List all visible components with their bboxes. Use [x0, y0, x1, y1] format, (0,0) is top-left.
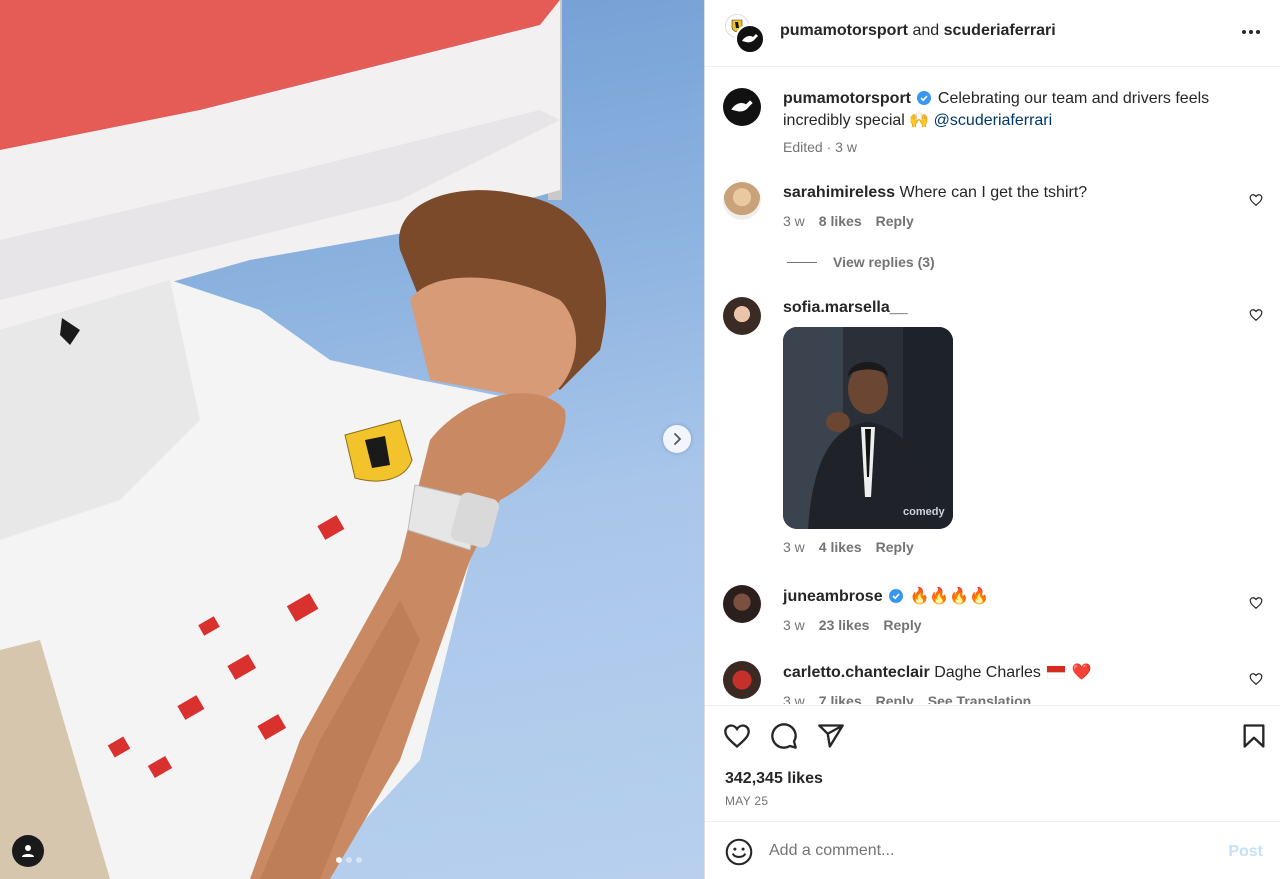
- comment-likes[interactable]: 23 likes: [819, 615, 870, 636]
- juneambrose-avatar[interactable]: [723, 585, 761, 623]
- like-heart-icon[interactable]: [723, 722, 751, 750]
- verified-badge-icon: [889, 589, 904, 603]
- like-comment-heart-icon[interactable]: [1249, 672, 1263, 686]
- comment-username[interactable]: juneambrose: [783, 588, 883, 605]
- comment-age: 3 w: [783, 693, 805, 704]
- comment-gif[interactable]: comedy: [783, 327, 953, 529]
- chevron-right-icon: [674, 433, 682, 445]
- collab-avatars[interactable]: [725, 14, 765, 54]
- next-media-button[interactable]: [663, 425, 691, 453]
- post-side-panel: pumamotorsport and scuderiaferrari pumam…: [704, 0, 1280, 879]
- comment-reply-button[interactable]: Reply: [876, 691, 914, 704]
- view-replies-line: [787, 261, 817, 263]
- more-dot: [1256, 30, 1260, 34]
- carousel-dot: [346, 857, 352, 863]
- carousel-indicator: [336, 857, 362, 863]
- comment-likes[interactable]: 8 likes: [819, 211, 862, 232]
- caption-mention[interactable]: @scuderiaferrari: [934, 112, 1053, 129]
- post-date: MAY 25: [725, 794, 769, 808]
- verified-badge-icon: [917, 91, 932, 105]
- see-translation-button[interactable]: See Translation: [928, 691, 1031, 704]
- share-send-icon[interactable]: [817, 722, 845, 750]
- comment-text: Daghe Charles: [934, 664, 1041, 681]
- like-comment-heart-icon[interactable]: [1249, 596, 1263, 610]
- sofia-marsella-avatar[interactable]: [723, 297, 761, 335]
- add-comment-input[interactable]: [769, 836, 1209, 866]
- header-username-2[interactable]: scuderiaferrari: [944, 22, 1056, 39]
- gif-watermark: comedy: [903, 506, 945, 518]
- carletto-chanteclair-avatar[interactable]: [723, 661, 761, 699]
- user-icon: [22, 845, 34, 857]
- comment-age: 3 w: [783, 539, 805, 555]
- comment-likes[interactable]: 7 likes: [819, 691, 862, 704]
- post-header-title: pumamotorsport and scuderiaferrari: [780, 22, 1056, 40]
- view-replies-label: View replies (3): [833, 254, 935, 270]
- comment-reply-button[interactable]: Reply: [883, 615, 921, 636]
- add-comment-bar: Post: [705, 821, 1280, 879]
- carousel-dot-active: [336, 857, 342, 863]
- puma-logo-icon: [731, 100, 753, 112]
- comment-reply-button[interactable]: Reply: [876, 537, 914, 558]
- post-header: pumamotorsport and scuderiaferrari: [705, 0, 1280, 67]
- like-comment-heart-icon[interactable]: [1249, 193, 1263, 207]
- comments-list[interactable]: pumamotorsport Celebrating our team and …: [705, 68, 1280, 704]
- more-horizontal-icon: [1242, 30, 1246, 34]
- comment-age: 3 w: [783, 213, 805, 229]
- carousel-dot: [356, 857, 362, 863]
- caption-meta: Edited · 3 w: [783, 139, 857, 155]
- view-replies-button[interactable]: View replies (3): [787, 254, 935, 270]
- caption-emoji: 🙌: [909, 110, 930, 129]
- post-photo: [0, 0, 607, 879]
- monaco-flag-icon: [1047, 666, 1066, 679]
- like-comment-heart-icon[interactable]: [1249, 308, 1263, 322]
- comment-username[interactable]: sarahimireless: [783, 184, 895, 201]
- comment-username[interactable]: sofia.marsella__: [783, 299, 908, 316]
- puma-logo-icon: [742, 34, 758, 43]
- bookmark-save-icon[interactable]: [1240, 722, 1268, 750]
- post-comment-button[interactable]: Post: [1228, 843, 1263, 861]
- comment-emoji: ❤️: [1071, 662, 1092, 681]
- comment-likes[interactable]: 4 likes: [819, 537, 862, 558]
- comment-username[interactable]: carletto.chanteclair: [783, 664, 930, 681]
- more-dot: [1249, 30, 1253, 34]
- caption-username[interactable]: pumamotorsport: [783, 90, 911, 107]
- pumamotorsport-caption-avatar[interactable]: [723, 88, 761, 126]
- more-options-button[interactable]: [1239, 22, 1263, 42]
- emoji-smiley-icon[interactable]: [725, 838, 753, 866]
- comment-age: 3 w: [783, 617, 805, 633]
- likes-count[interactable]: 342,345 likes: [725, 770, 823, 788]
- comment-reply-button[interactable]: Reply: [876, 211, 914, 232]
- tagged-users-button[interactable]: [12, 835, 44, 867]
- header-and: and: [908, 22, 944, 39]
- comment-bubble-icon[interactable]: [770, 722, 798, 750]
- post-actions: 342,345 likes MAY 25: [705, 705, 1280, 820]
- post-media: [0, 0, 704, 879]
- comment-text: Where can I get the tshirt?: [899, 184, 1088, 201]
- gif-image: comedy: [783, 327, 953, 529]
- pumamotorsport-avatar[interactable]: [735, 24, 765, 54]
- sarahimireless-avatar[interactable]: [723, 182, 761, 220]
- header-username-1[interactable]: pumamotorsport: [780, 22, 908, 39]
- comment-text: 🔥🔥🔥🔥: [909, 586, 990, 605]
